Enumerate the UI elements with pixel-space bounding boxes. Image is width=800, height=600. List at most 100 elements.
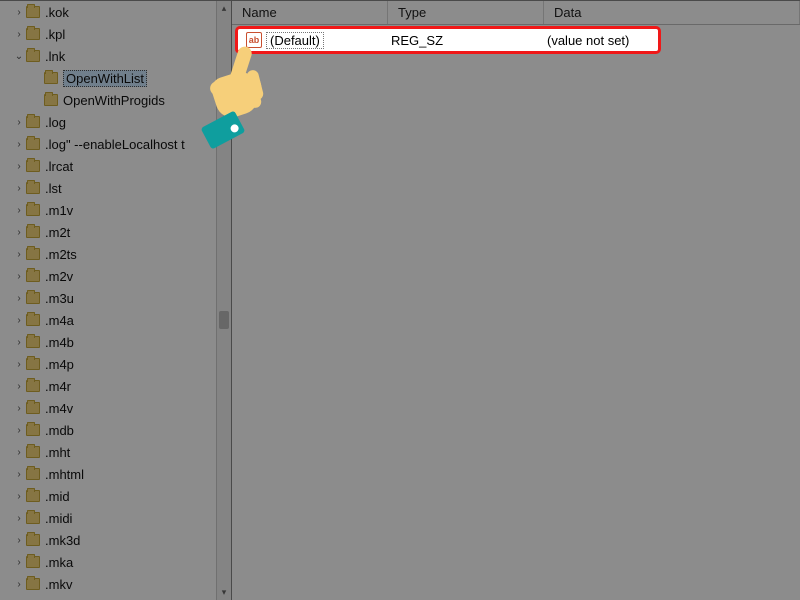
folder-icon — [26, 380, 40, 392]
folder-icon — [26, 402, 40, 414]
chevron-right-icon[interactable]: › — [12, 513, 26, 524]
tree-item[interactable]: › .mid — [0, 485, 216, 507]
chevron-right-icon[interactable]: › — [12, 271, 26, 282]
tree-item-label: .lst — [45, 181, 62, 196]
folder-icon — [26, 226, 40, 238]
folder-icon — [26, 556, 40, 568]
chevron-right-icon[interactable]: › — [12, 183, 26, 194]
chevron-right-icon[interactable]: › — [12, 491, 26, 502]
tree-item[interactable]: ›.m4b — [0, 331, 216, 353]
chevron-right-icon[interactable]: › — [12, 469, 26, 480]
tree-item[interactable]: › .lst — [0, 177, 216, 199]
tree-vertical-scrollbar[interactable]: ▴ ▾ — [216, 1, 231, 600]
chevron-right-icon[interactable]: › — [12, 381, 26, 392]
tree-item-label: .mhtml — [45, 467, 84, 482]
tree-item[interactable]: ›.m4r — [0, 375, 216, 397]
column-header-name[interactable]: Name — [232, 1, 388, 24]
tree-item-label: .lnk — [45, 49, 65, 64]
tree-item-label: .mid — [45, 489, 70, 504]
tree-scroll-area[interactable]: › .kok ›.kpl ⌄ .lnk OpenWithList OpenWithProgi… — [0, 1, 216, 600]
values-pane: Name Type Data ab (Default) REG_SZ (valu… — [232, 1, 800, 600]
folder-icon — [26, 424, 40, 436]
scroll-up-arrow-icon[interactable]: ▴ — [217, 1, 231, 16]
tree-item-label: OpenWithList — [63, 70, 147, 87]
chevron-right-icon[interactable]: › — [12, 535, 26, 546]
tree-item[interactable]: ›.mht — [0, 441, 216, 463]
value-row[interactable]: ab (Default) REG_SZ (value not set) — [232, 29, 800, 51]
tree-item[interactable]: › .lrcat — [0, 155, 216, 177]
chevron-right-icon[interactable]: › — [12, 293, 26, 304]
tree-item-label: .mka — [45, 555, 73, 570]
tree-item-label: .mkv — [45, 577, 72, 592]
tree-item-label: .log" --enableLocalhost t — [45, 137, 185, 152]
tree-item-label: .m4v — [45, 401, 73, 416]
tree-item[interactable]: › .m3u — [0, 287, 216, 309]
chevron-right-icon[interactable]: › — [12, 205, 26, 216]
tree-item-label: .m4p — [45, 357, 74, 372]
tree-item[interactable]: › .mk3d — [0, 529, 216, 551]
chevron-right-icon[interactable]: › — [12, 227, 26, 238]
tree-item[interactable]: › .m1v — [0, 199, 216, 221]
chevron-right-icon[interactable]: › — [12, 249, 26, 260]
chevron-right-icon[interactable]: › — [12, 117, 26, 128]
chevron-right-icon[interactable]: › — [12, 447, 26, 458]
tree-item[interactable]: OpenWithProgids — [0, 89, 216, 111]
tree-item[interactable]: ›.kpl — [0, 23, 216, 45]
chevron-right-icon[interactable]: › — [12, 315, 26, 326]
chevron-right-icon[interactable]: › — [12, 579, 26, 590]
chevron-right-icon[interactable]: › — [12, 139, 26, 150]
values-list[interactable]: ab (Default) REG_SZ (value not set) — [232, 25, 800, 600]
chevron-down-icon[interactable]: ⌄ — [12, 51, 26, 62]
tree-item[interactable]: ›.mdb — [0, 419, 216, 441]
tree-item-label: .mk3d — [45, 533, 80, 548]
folder-icon — [26, 204, 40, 216]
folder-icon — [26, 138, 40, 150]
folder-icon — [26, 182, 40, 194]
tree-item-label: .kok — [45, 5, 69, 20]
chevron-right-icon[interactable]: › — [12, 161, 26, 172]
value-type: REG_SZ — [388, 33, 544, 48]
folder-icon — [26, 6, 40, 18]
folder-icon — [26, 534, 40, 546]
folder-icon — [26, 336, 40, 348]
tree-item[interactable]: › .midi — [0, 507, 216, 529]
tree-item[interactable]: OpenWithList — [0, 67, 216, 89]
column-headers: Name Type Data — [232, 1, 800, 25]
scroll-down-arrow-icon[interactable]: ▾ — [217, 585, 231, 600]
tree-item[interactable]: › .mhtml — [0, 463, 216, 485]
chevron-right-icon[interactable]: › — [12, 557, 26, 568]
folder-icon — [26, 468, 40, 480]
value-name: (Default) — [262, 32, 320, 49]
folder-icon — [26, 512, 40, 524]
chevron-right-icon[interactable]: › — [12, 7, 26, 18]
chevron-right-icon[interactable]: › — [12, 29, 26, 40]
tree-item[interactable]: › .mka — [0, 551, 216, 573]
tree-item[interactable]: ›.m2ts — [0, 243, 216, 265]
tree-item[interactable]: › .m4p — [0, 353, 216, 375]
tree-item[interactable]: ›.m2t — [0, 221, 216, 243]
tree-item[interactable]: › .mkv — [0, 573, 216, 595]
chevron-right-icon[interactable]: › — [12, 403, 26, 414]
column-header-data[interactable]: Data — [544, 1, 800, 24]
chevron-right-icon[interactable]: › — [12, 425, 26, 436]
tree-item-label: .lrcat — [45, 159, 73, 174]
scroll-thumb[interactable] — [219, 311, 229, 329]
tree-item[interactable]: › .m4a — [0, 309, 216, 331]
tree-item-label: .m1v — [45, 203, 73, 218]
column-header-type[interactable]: Type — [388, 1, 544, 24]
registry-editor-window: › .kok ›.kpl ⌄ .lnk OpenWithList OpenWithProgi… — [0, 0, 800, 600]
chevron-right-icon[interactable]: › — [12, 359, 26, 370]
tree-item[interactable]: › .kok — [0, 1, 216, 23]
chevron-right-icon[interactable]: › — [12, 337, 26, 348]
folder-icon — [26, 160, 40, 172]
tree-item-label: .midi — [45, 511, 72, 526]
tree-item[interactable]: ⌄ .lnk — [0, 45, 216, 67]
tree-item[interactable]: ›.m2v — [0, 265, 216, 287]
tree-pane: › .kok ›.kpl ⌄ .lnk OpenWithList OpenWithProgi… — [0, 1, 232, 600]
tree-item-label: .m4a — [45, 313, 74, 328]
folder-icon — [26, 248, 40, 260]
tree-item-label: .m3u — [45, 291, 74, 306]
tree-item[interactable]: › .m4v — [0, 397, 216, 419]
tree-item[interactable]: ›.log — [0, 111, 216, 133]
tree-item[interactable]: › .log" --enableLocalhost t — [0, 133, 216, 155]
